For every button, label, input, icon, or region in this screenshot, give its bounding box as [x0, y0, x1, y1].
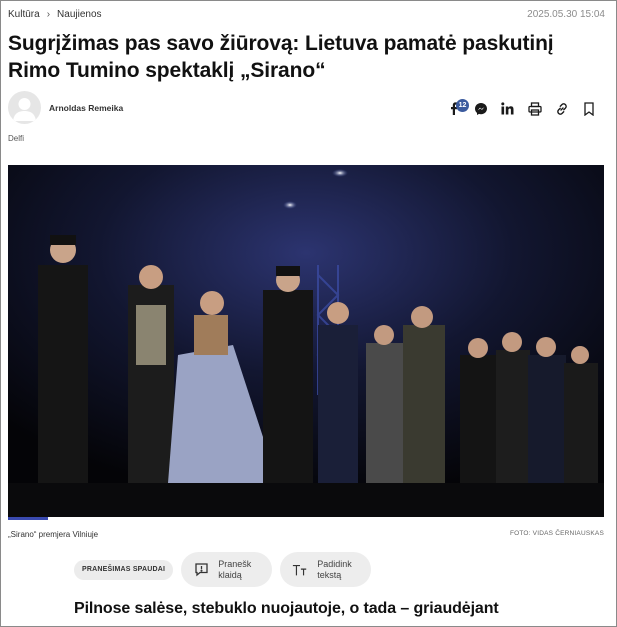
article-subheading: Pilnose salėse, stebuklo nuojautoje, o t…: [74, 600, 499, 617]
text-size-icon: [292, 562, 308, 578]
bookmark-icon[interactable]: [581, 101, 596, 116]
share-count-badge: 12: [456, 99, 469, 112]
report-error-label: Pranešk klaidą: [218, 558, 252, 580]
breadcrumb-item-news[interactable]: Naujienos: [57, 9, 101, 20]
article-source: Delfi: [8, 134, 25, 143]
messenger-icon[interactable]: [473, 101, 488, 116]
breadcrumb-separator: ›: [46, 8, 51, 20]
enlarge-text-button[interactable]: Padidink tekstą: [280, 552, 372, 587]
user-icon: [13, 98, 36, 121]
photo-credit: FOTO: VIDAS ČERNIAUSKAS: [509, 530, 604, 537]
publish-date: 2025.05.30 15:04: [527, 8, 605, 20]
top-bar: Kultūra › Naujienos 2025.05.30 15:04: [8, 7, 605, 21]
report-error-button[interactable]: Pranešk klaidą: [181, 552, 273, 587]
link-icon[interactable]: [554, 101, 569, 116]
print-icon[interactable]: [527, 101, 542, 116]
article-title: Sugrįžimas pas savo žiūrovą: Lietuva pam…: [8, 32, 554, 82]
enlarge-text-label: Padidink tekstą: [317, 558, 352, 580]
author-name[interactable]: Arnoldas Remeika: [49, 103, 123, 113]
article-photo[interactable]: [8, 165, 604, 517]
breadcrumb-item-culture[interactable]: Kultūra: [8, 9, 40, 20]
stage-photo-illustration: [8, 165, 604, 517]
press-release-tag[interactable]: PRANEŠIMAS SPAUDAI: [74, 559, 174, 580]
author-row: Arnoldas Remeika: [8, 91, 604, 127]
report-message-icon: [193, 562, 209, 578]
photo-caption: „Sirano“ premjera Vilniuje: [8, 530, 99, 539]
author-avatar[interactable]: [8, 91, 41, 124]
linkedin-icon[interactable]: [500, 101, 515, 116]
gallery-progress-bar: [8, 517, 48, 520]
article-actions: PRANEŠIMAS SPAUDAI Pranešk klaidą Padidi…: [74, 552, 372, 587]
